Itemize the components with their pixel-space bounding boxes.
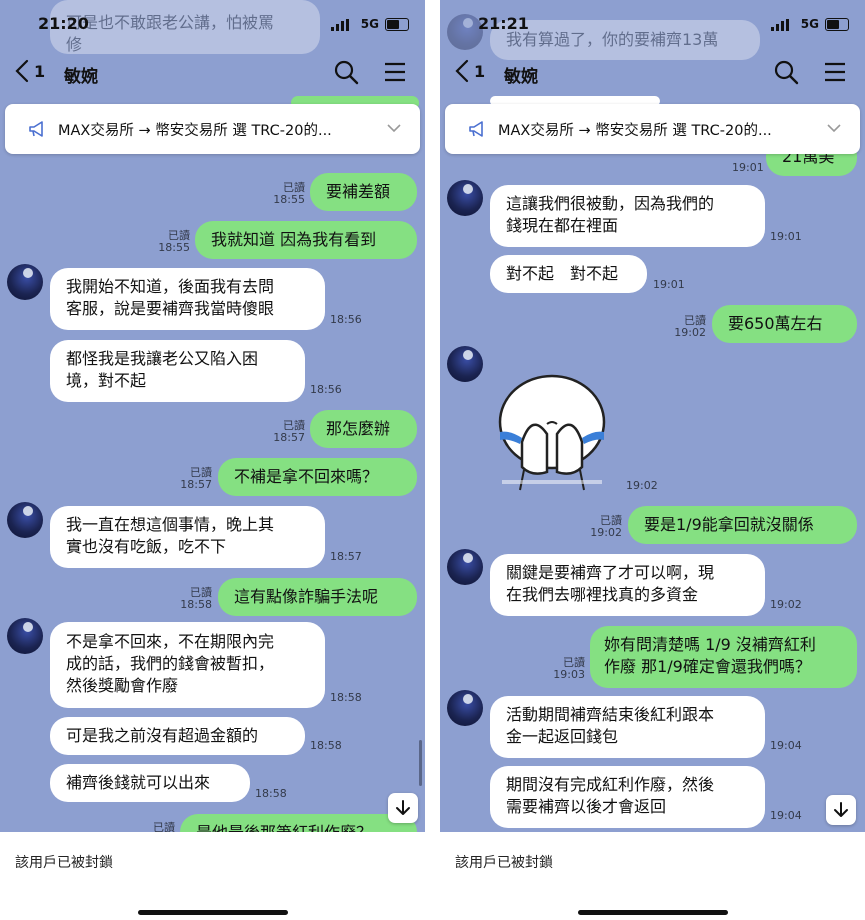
unread-count[interactable]: 1 [34,62,45,81]
read-receipt: 已讀 19:02 [674,314,706,339]
message-time: 18:58 [330,691,362,704]
scroll-to-bottom-button[interactable] [388,793,418,823]
search-icon[interactable] [332,58,360,86]
read-receipt: 已讀 18:58 [180,586,212,611]
message-time: 19:02 [770,598,802,611]
signal-icon [771,19,789,31]
message-bubble-incoming[interactable]: 我開始不知道，後面我有去問 客服，說是要補齊我當時傻眼 [50,268,325,330]
message-time: 19:01 [732,161,764,174]
read-receipt: 已讀 [153,821,175,833]
message-bubble-incoming[interactable]: 這讓我們很被動，因為我們的 錢現在都在裡面 [490,185,765,247]
message-bubble-incoming[interactable]: 對不起 對不起 [490,255,647,293]
home-indicator [138,910,288,915]
message-bubble-incoming[interactable]: 期間沒有完成紅利作廢，然後 需要補齊以後才會返回 [490,766,765,828]
signal-icon [331,19,349,31]
message-time: 19:04 [770,809,802,822]
read-receipt: 已讀 18:57 [273,419,305,444]
message-time: 18:57 [330,550,362,563]
scrollbar[interactable] [419,740,422,786]
chat-header: 1 敏婉 [440,50,865,94]
right-screenshot: 我有算過了，你的要補齊13萬 21萬美 19:01 這讓我們很被動，因為我們的 … [440,0,865,920]
read-receipt: 已讀 18:55 [273,181,305,206]
status-time: 21:21 [478,14,529,33]
message-bubble-incoming[interactable]: 關鍵是要補齊了才可以啊，現 在我們去哪裡找真的多資金 [490,554,765,616]
message-bubble-outgoing[interactable]: 妳有問清楚嗎 1/9 沒補齊紅利 作廢 那1/9確定會還我們嗎？ [590,626,857,688]
announcement-text: MAX交易所 → 幣安交易所 選 TRC-20的... [58,123,332,139]
megaphone-icon [29,121,43,137]
blocked-notice: 該用戶已被封鎖 [455,855,553,871]
status-bar: 21:21 5G [440,10,865,38]
unread-count[interactable]: 1 [474,62,485,81]
crying-sticker[interactable] [492,372,618,494]
arrow-down-icon [834,802,848,817]
sticker-image [498,374,606,491]
chat-header: 1 敏婉 [0,50,425,94]
message-time: 18:58 [310,739,342,752]
message-bubble-incoming[interactable]: 補齊後錢就可以出來 [50,764,250,802]
status-bar: 21:20 5G [0,10,425,38]
contact-avatar[interactable] [447,346,483,382]
left-screenshot: 可是也不敢跟老公講，怕被罵 修 已讀 18:55 要補差額 已讀 18:55 我就知… [0,0,425,920]
megaphone-icon [469,121,483,137]
battery-icon [825,18,849,31]
contact-name: 敏婉 [504,67,538,87]
message-time: 19:04 [770,739,802,752]
message-bubble-outgoing[interactable]: 我就知道 因為我有看到 [195,221,417,259]
menu-icon[interactable] [381,58,409,86]
contact-avatar[interactable] [447,690,483,726]
blocked-notice: 該用戶已被封鎖 [15,855,113,871]
chat-footer: 該用戶已被封鎖 [0,832,425,920]
message-bubble-incoming[interactable]: 我一直在想這個事情，晚上其 實也沒有吃飯，吃不下 [50,506,325,568]
message-bubble-incoming[interactable]: 可是我之前沒有超過金額的 [50,717,305,755]
message-time: 19:01 [653,278,685,291]
contact-name: 敏婉 [64,67,98,87]
announcement-text: MAX交易所 → 幣安交易所 選 TRC-20的... [498,123,772,139]
message-bubble-outgoing[interactable]: 是他最後那筆紅利作廢？ [180,814,417,832]
message-bubble-incoming[interactable]: 活動期間補齊結束後紅利跟本 金一起返回錢包 [490,696,765,758]
message-time: 18:58 [255,787,287,800]
network-label: 5G [360,17,379,31]
message-bubble-incoming[interactable]: 不是拿不回來，不在期限內完 成的話，我們的錢會被暫扣， 然後獎勵會作廢 [50,622,325,708]
contact-avatar[interactable] [447,180,483,216]
message-bubble-outgoing[interactable]: 要補差額 [310,173,417,211]
message-bubble-outgoing[interactable]: 這有點像詐騙手法呢 [218,578,417,616]
contact-avatar[interactable] [7,502,43,538]
message-bubble-outgoing[interactable]: 那怎麼辦 [310,410,417,448]
read-receipt: 已讀 19:03 [553,656,585,681]
chat-area[interactable]: 可是也不敢跟老公講，怕被罵 修 已讀 18:55 要補差額 已讀 18:55 我就知… [0,0,425,832]
message-time: 19:02 [626,479,658,492]
message-time: 19:01 [770,230,802,243]
read-receipt: 已讀 18:57 [180,466,212,491]
contact-avatar[interactable] [447,549,483,585]
network-label: 5G [800,17,819,31]
menu-icon[interactable] [821,58,849,86]
back-chevron-icon[interactable] [454,58,470,84]
message-time: 18:56 [330,313,362,326]
chevron-down-icon[interactable] [826,120,842,136]
contact-avatar[interactable] [7,618,43,654]
contact-avatar[interactable] [7,264,43,300]
message-bubble-outgoing[interactable]: 要是1/9能拿回就沒關係 [628,506,857,544]
read-receipt: 已讀 18:55 [158,229,190,254]
pinned-announcement[interactable]: MAX交易所 → 幣安交易所 選 TRC-20的... [445,104,860,154]
back-chevron-icon[interactable] [14,58,30,84]
status-time: 21:20 [38,14,89,33]
chevron-down-icon[interactable] [386,120,402,136]
chat-area[interactable]: 我有算過了，你的要補齊13萬 21萬美 19:01 這讓我們很被動，因為我們的 … [440,0,865,832]
message-bubble-outgoing[interactable]: 不補是拿不回來嗎？ [218,458,417,496]
read-receipt: 已讀 19:02 [590,514,622,539]
message-bubble-incoming[interactable]: 都怪我是我讓老公又陷入困 境，對不起 [50,340,305,402]
message-bubble-outgoing[interactable]: 要650萬左右 [712,305,857,343]
battery-icon [385,18,409,31]
scroll-to-bottom-button[interactable] [826,795,856,825]
arrow-down-icon [396,800,410,815]
chat-footer: 該用戶已被封鎖 [440,832,865,920]
home-indicator [578,910,728,915]
pinned-announcement[interactable]: MAX交易所 → 幣安交易所 選 TRC-20的... [5,104,420,154]
search-icon[interactable] [772,58,800,86]
message-time: 18:56 [310,383,342,396]
